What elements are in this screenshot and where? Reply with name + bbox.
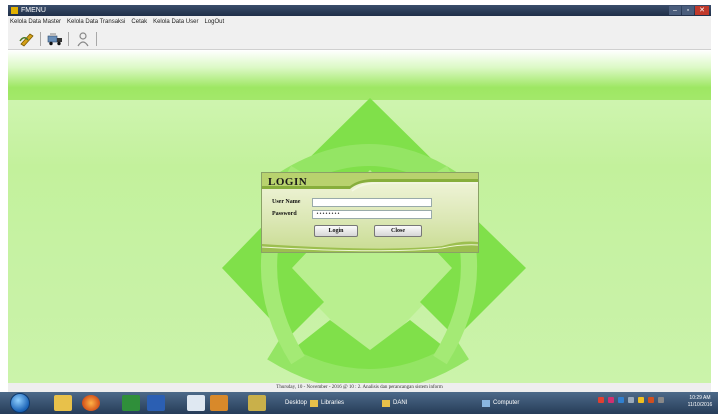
volume-icon[interactable] <box>658 397 664 403</box>
login-dialog: LOGIN User Name Password •••••••• Login … <box>261 172 479 253</box>
login-title: LOGIN <box>268 176 308 188</box>
toolbar-separator <box>96 32 97 46</box>
password-field[interactable]: •••••••• <box>312 210 432 219</box>
username-field[interactable] <box>312 198 432 207</box>
app-icon[interactable] <box>248 395 266 411</box>
firefox-icon[interactable] <box>82 395 100 411</box>
taskbar-dani-item[interactable]: DANI <box>382 392 407 414</box>
window-controls: – ▫ ✕ <box>669 6 709 15</box>
tray-icon[interactable] <box>648 397 654 403</box>
toolbar-separator <box>68 32 69 46</box>
menu-bar: Kelola Data Master Kelola Data Transaksi… <box>8 16 711 28</box>
edit-tool-icon[interactable] <box>18 31 36 47</box>
menu-kelola-data-transaksi[interactable]: Kelola Data Transaksi <box>67 16 125 28</box>
close-window-button[interactable]: ✕ <box>695 6 709 15</box>
computer-icon <box>482 399 490 407</box>
menu-kelola-data-user[interactable]: Kelola Data User <box>153 16 198 28</box>
truck-icon[interactable] <box>46 31 64 47</box>
desktop-toolbar[interactable]: Desktop Libraries <box>285 392 344 414</box>
clock-date: 11/10/2016 <box>687 402 713 408</box>
login-footer-graphic <box>262 241 478 252</box>
taskbar-dani: DANI <box>393 400 408 406</box>
taskbar-libraries[interactable]: Libraries <box>321 394 344 412</box>
paint-icon[interactable] <box>187 395 205 411</box>
folder-icon <box>310 399 319 407</box>
status-bar: Thursday, 10 - November - 2016 @ 10 : 2.… <box>8 383 711 392</box>
app-icon <box>11 7 18 14</box>
menu-kelola-data-master[interactable]: Kelola Data Master <box>10 16 61 28</box>
password-label: Password <box>272 211 297 217</box>
title-bar: FMENU – ▫ ✕ <box>8 5 711 16</box>
close-button[interactable]: Close <box>374 225 422 237</box>
notepad-icon[interactable] <box>122 395 140 411</box>
menu-cetak[interactable]: Cetak <box>131 16 147 28</box>
start-button[interactable] <box>10 393 30 413</box>
username-label: User Name <box>272 199 301 205</box>
tray-icon[interactable] <box>608 397 614 403</box>
minimize-button[interactable]: – <box>669 6 681 15</box>
java-icon[interactable] <box>210 395 228 411</box>
menu-logout[interactable]: LogOut <box>204 16 224 28</box>
tray-icon[interactable] <box>598 397 604 403</box>
tray-icon[interactable] <box>628 397 634 403</box>
taskbar: Desktop Libraries DANI Computer 10:29 AM… <box>0 392 718 414</box>
taskbar-computer-item[interactable]: Computer <box>482 392 519 414</box>
word-icon[interactable] <box>147 395 165 411</box>
window-title: FMENU <box>21 7 46 14</box>
toolbar-separator <box>40 32 41 46</box>
clock[interactable]: 10:29 AM 11/10/2016 <box>685 395 715 409</box>
tray-icon[interactable] <box>638 397 644 403</box>
login-button[interactable]: Login <box>314 225 358 237</box>
desktop-label: Desktop <box>285 400 308 406</box>
toolbar <box>8 28 711 50</box>
clock-time: 10:29 AM <box>689 395 711 401</box>
maximize-button[interactable]: ▫ <box>682 6 694 15</box>
tray-icon[interactable] <box>618 397 624 403</box>
folder-icon <box>382 399 390 407</box>
user-icon[interactable] <box>74 31 92 47</box>
taskbar-computer: Computer <box>493 400 520 406</box>
explorer-icon[interactable] <box>54 395 72 411</box>
